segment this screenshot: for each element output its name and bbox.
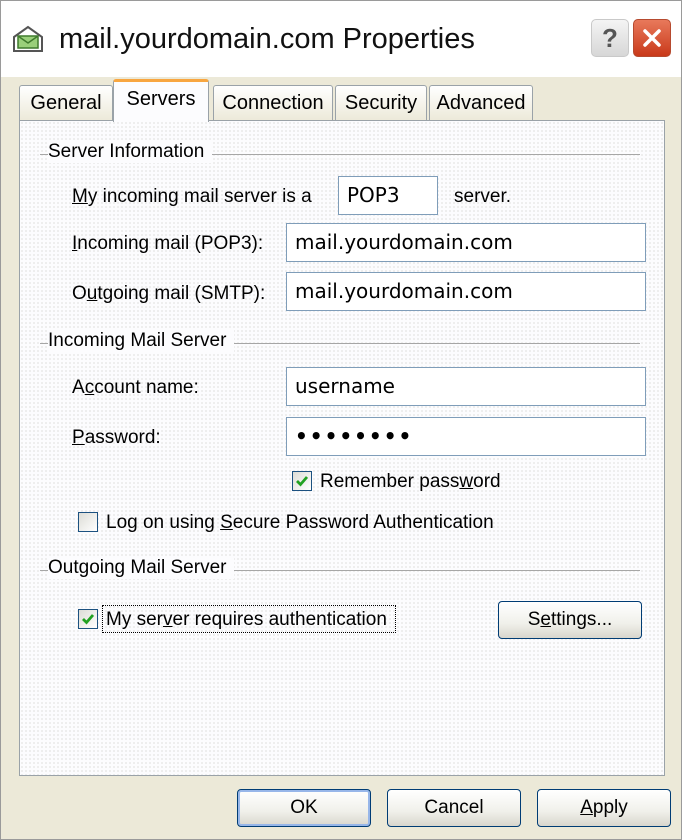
incoming-mail-field[interactable]: mail.yourdomain.com <box>286 223 646 262</box>
account-name-label: Account name: <box>72 377 199 398</box>
server-requires-auth-label[interactable]: My server requires authentication <box>106 609 387 631</box>
server-requires-auth-checkbox[interactable] <box>78 609 98 629</box>
outgoing-mail-label: Outgoing mail (SMTP): <box>72 283 266 304</box>
remember-password-label[interactable]: Remember password <box>320 471 501 493</box>
account-name-field[interactable]: username <box>286 367 646 406</box>
password-field[interactable]: •••••••• <box>286 417 646 456</box>
help-icon: ? <box>602 23 618 53</box>
incoming-server-type-suffix: server. <box>454 186 512 207</box>
tab-security[interactable]: Security <box>335 85 427 121</box>
tab-connection[interactable]: Connection <box>213 85 333 121</box>
secure-password-auth-checkbox[interactable] <box>78 512 98 532</box>
ok-button[interactable]: OK <box>237 789 371 827</box>
checkmark-icon <box>296 476 309 487</box>
outgoing-mail-server-heading: Outgoing Mail Server <box>48 557 235 579</box>
window-title: mail.yourdomain.com Properties <box>59 23 475 55</box>
mail-account-icon <box>11 23 45 55</box>
title-bar: mail.yourdomain.com Properties ? <box>1 1 681 77</box>
properties-dialog: mail.yourdomain.com Properties ? General… <box>0 0 682 840</box>
tab-advanced[interactable]: Advanced <box>429 85 533 121</box>
close-button[interactable] <box>633 19 671 57</box>
incoming-mail-server-heading: Incoming Mail Server <box>48 330 235 352</box>
settings-button[interactable]: Settings... <box>498 601 642 639</box>
incoming-server-type-field[interactable]: POP3 <box>338 176 438 215</box>
server-information-heading: Server Information <box>48 141 213 163</box>
tab-strip: General Servers Connection Security Adva… <box>19 77 659 122</box>
outgoing-mail-field[interactable]: mail.yourdomain.com <box>286 272 646 311</box>
checkmark-icon <box>82 614 95 625</box>
secure-password-auth-label[interactable]: Log on using Secure Password Authenticat… <box>106 512 494 534</box>
help-button[interactable]: ? <box>591 19 629 57</box>
password-label: Password: <box>72 427 161 448</box>
remember-password-checkbox[interactable] <box>292 471 312 491</box>
apply-button[interactable]: Apply <box>537 789 671 827</box>
servers-panel: Server Information My incoming mail serv… <box>19 120 665 776</box>
incoming-server-type-label: My incoming mail server is a <box>72 186 312 207</box>
tab-general[interactable]: General <box>19 85 113 121</box>
close-icon <box>643 29 661 47</box>
cancel-button[interactable]: Cancel <box>387 789 521 827</box>
tab-servers[interactable]: Servers <box>113 79 209 122</box>
incoming-mail-label: Incoming mail (POP3): <box>72 233 264 254</box>
